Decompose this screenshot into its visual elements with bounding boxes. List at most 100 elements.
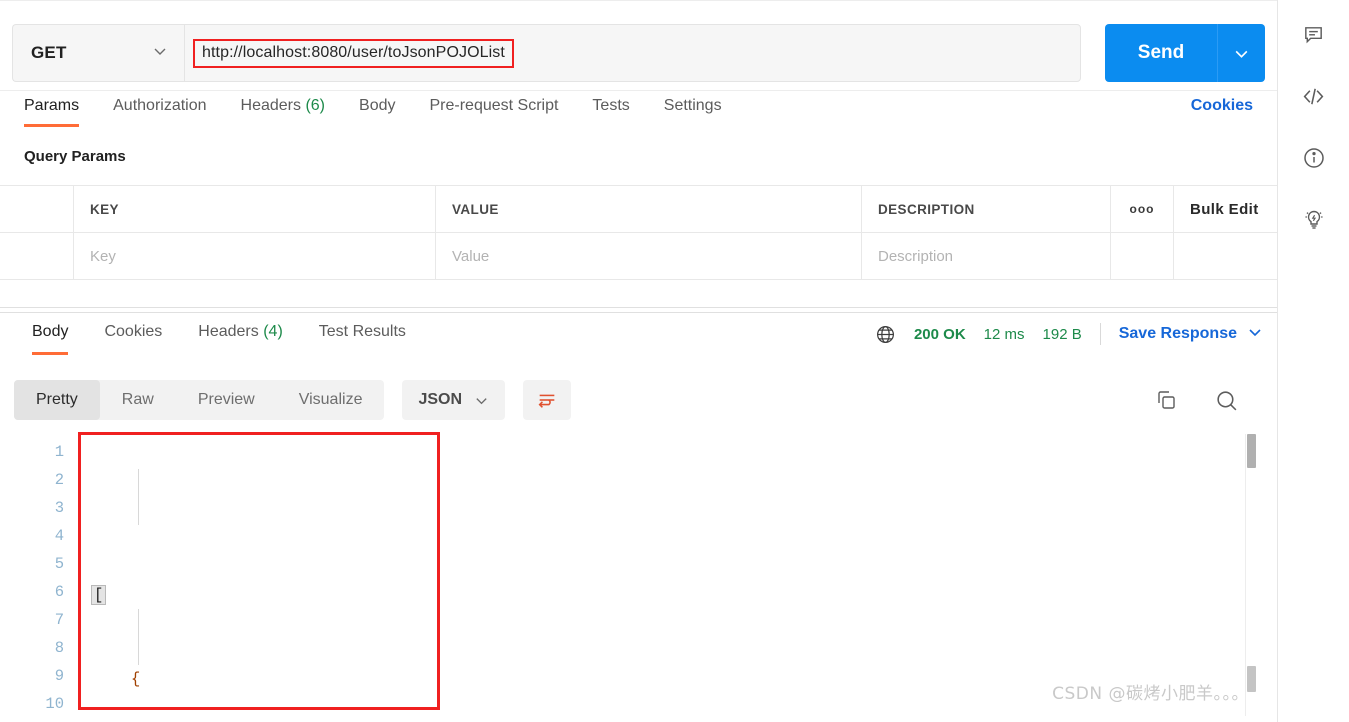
table-row: Key Value Description xyxy=(0,233,1277,280)
description-input[interactable]: Description xyxy=(862,233,1111,279)
value-input[interactable]: Value xyxy=(436,233,862,279)
header-description: DESCRIPTION xyxy=(862,186,1111,232)
view-mode-pretty[interactable]: Pretty xyxy=(14,380,100,420)
line-number: 4 xyxy=(54,527,64,545)
row-spacer-cell xyxy=(1174,233,1277,279)
query-params-table: KEY VALUE DESCRIPTION ooo Bulk Edit Key … xyxy=(0,185,1277,308)
code-icon[interactable] xyxy=(1296,78,1332,114)
code-line: { xyxy=(81,665,437,693)
send-button-group: Send xyxy=(1105,24,1265,82)
response-tab-test-results-label: Test Results xyxy=(318,323,406,340)
chevron-down-icon xyxy=(152,43,168,64)
tab-authorization-label: Authorization xyxy=(113,97,207,114)
code-flex: 1 2 3 4 5 6 7 8 9 10 [ { xyxy=(0,428,1277,722)
tab-pre-request-script[interactable]: Pre-request Script xyxy=(429,91,558,127)
indent-guide xyxy=(138,609,139,665)
globe-icon xyxy=(875,324,896,345)
header-checkbox-cell xyxy=(0,186,74,232)
dots-icon: ooo xyxy=(1129,202,1155,216)
bulk-edit-button[interactable]: Bulk Edit xyxy=(1174,186,1277,232)
response-time: 12 ms xyxy=(983,325,1025,343)
code-scrollbar[interactable] xyxy=(1245,434,1256,716)
info-icon[interactable] xyxy=(1296,140,1332,176)
tab-params-label: Params xyxy=(24,97,80,114)
json-highlight-box: [ { "name": "lsm", "age": 23 }, { "name"… xyxy=(78,432,440,710)
response-tab-body-label: Body xyxy=(32,323,69,340)
body-tool-buttons xyxy=(1154,388,1263,413)
search-icon[interactable] xyxy=(1214,388,1239,413)
copy-icon[interactable] xyxy=(1154,388,1178,412)
http-method-selector[interactable]: GET xyxy=(12,24,184,82)
request-url-text: http://localhost:8080/user/toJsonPOJOLis… xyxy=(202,43,505,61)
response-tab-cookies[interactable]: Cookies xyxy=(104,313,162,355)
line-number: 10 xyxy=(45,695,64,713)
line-number: 7 xyxy=(54,611,64,629)
json-open-brace: { xyxy=(131,670,141,688)
line-number: 3 xyxy=(54,499,64,517)
header-key: KEY xyxy=(74,186,436,232)
line-number: 1 xyxy=(54,443,64,461)
lightbulb-icon[interactable] xyxy=(1296,202,1332,238)
tab-settings-label: Settings xyxy=(663,97,722,114)
row-checkbox-cell[interactable] xyxy=(0,233,74,279)
response-tab-test-results[interactable]: Test Results xyxy=(319,313,406,355)
response-status: 200 OK xyxy=(913,325,966,343)
postman-window: GET http://localhost:8080/user/toJsonPOJ… xyxy=(0,0,1349,722)
row-options-cell[interactable] xyxy=(1111,233,1174,279)
wrap-text-icon[interactable] xyxy=(523,380,572,420)
response-meta: 200 OK 12 ms 192 B Save Response xyxy=(875,313,1263,345)
cookies-link[interactable]: Cookies xyxy=(1191,91,1253,115)
tab-authorization[interactable]: Authorization xyxy=(113,91,206,127)
tab-pre-request-script-label: Pre-request Script xyxy=(429,97,559,114)
view-mode-raw[interactable]: Raw xyxy=(100,380,176,420)
code-line: [ xyxy=(81,581,437,609)
send-button[interactable]: Send xyxy=(1105,24,1217,82)
format-selector[interactable]: JSON xyxy=(402,380,506,420)
line-number: 9 xyxy=(54,667,64,685)
line-number: 6 xyxy=(54,583,64,601)
tab-body-label: Body xyxy=(359,97,396,114)
save-response-caret-icon[interactable] xyxy=(1247,324,1263,345)
response-body-toolbar: Pretty Raw Preview Visualize JSON xyxy=(0,372,1277,428)
tab-headers[interactable]: Headers (6) xyxy=(241,91,326,127)
response-tab-headers-label: Headers xyxy=(198,323,259,340)
view-mode-group: Pretty Raw Preview Visualize xyxy=(14,380,385,420)
tab-headers-count: (6) xyxy=(305,97,326,114)
tab-settings[interactable]: Settings xyxy=(664,91,722,127)
request-url-field[interactable]: http://localhost:8080/user/toJsonPOJOLis… xyxy=(184,24,1081,82)
bulk-edit-label: Bulk Edit xyxy=(1190,200,1259,218)
response-size: 192 B xyxy=(1042,325,1082,343)
header-value: VALUE xyxy=(436,186,862,232)
line-number: 2 xyxy=(54,471,64,489)
chevron-down-icon xyxy=(474,393,489,408)
response-tab-headers[interactable]: Headers (4) xyxy=(198,313,283,355)
response-tab-body[interactable]: Body xyxy=(32,313,69,355)
indent-guide xyxy=(138,469,139,525)
send-options-caret-icon[interactable] xyxy=(1217,24,1265,82)
tab-tests[interactable]: Tests xyxy=(592,91,629,127)
table-options-button[interactable]: ooo xyxy=(1111,186,1174,232)
meta-divider xyxy=(1099,323,1101,345)
key-input[interactable]: Key xyxy=(74,233,436,279)
http-method-label: GET xyxy=(31,43,67,62)
comment-icon[interactable] xyxy=(1296,16,1332,52)
tab-body[interactable]: Body xyxy=(359,91,395,127)
view-mode-preview[interactable]: Preview xyxy=(176,380,277,420)
line-number: 5 xyxy=(54,555,64,573)
code-scrollbar-thumb[interactable] xyxy=(1247,434,1256,468)
json-open-bracket: [ xyxy=(91,585,107,605)
line-number-gutter: 1 2 3 4 5 6 7 8 9 10 xyxy=(0,428,78,722)
response-tab-cookies-label: Cookies xyxy=(104,323,163,340)
response-body-viewer: 1 2 3 4 5 6 7 8 9 10 [ {CSDN @碳烤小肥羊。。。 xyxy=(0,428,1277,722)
format-label: JSON xyxy=(418,391,463,408)
save-response-button[interactable]: Save Response xyxy=(1119,325,1237,343)
json-code[interactable]: [ { "name": "lsm", "age": 23 }, { "name"… xyxy=(81,435,437,722)
view-mode-visualize[interactable]: Visualize xyxy=(277,380,385,420)
tab-params[interactable]: Params xyxy=(24,91,80,127)
request-tab-bar: Params Authorization Headers (6) Body Pr… xyxy=(0,91,1277,137)
table-bottom-spacer xyxy=(0,280,1277,308)
table-header-row: KEY VALUE DESCRIPTION ooo Bulk Edit xyxy=(0,186,1277,233)
request-url-row: GET http://localhost:8080/user/toJsonPOJ… xyxy=(0,0,1277,91)
right-sidebar xyxy=(1277,0,1349,722)
line-number: 8 xyxy=(54,639,64,657)
